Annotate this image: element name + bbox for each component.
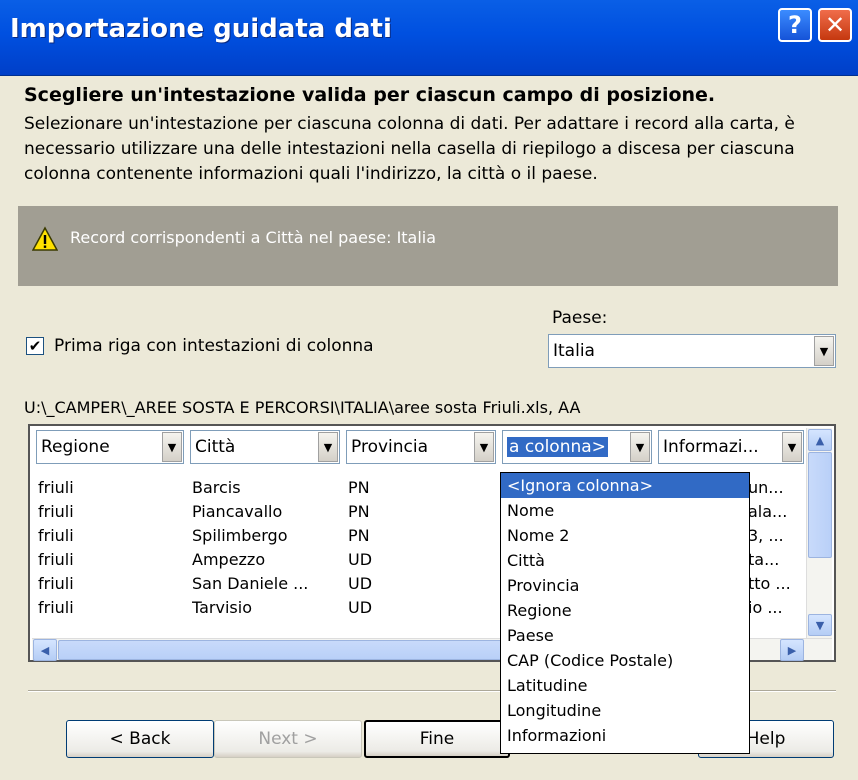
dropdown-option[interactable]: Informazioni xyxy=(501,723,749,748)
column-header-value: a colonna> xyxy=(507,437,608,457)
file-path: U:\_CAMPER\_AREE SOSTA E PERCORSI\ITALIA… xyxy=(24,398,581,417)
dropdown-option[interactable]: Nome 2 xyxy=(501,523,749,548)
chevron-down-icon[interactable]: ▼ xyxy=(474,432,494,462)
scroll-right-icon[interactable]: ▶ xyxy=(780,639,804,661)
table-cell: friuli xyxy=(38,574,74,593)
next-button[interactable]: Next > xyxy=(214,720,362,758)
table-cell: ta... xyxy=(748,550,780,569)
close-button[interactable]: ✕ xyxy=(818,8,852,42)
table-cell: friuli xyxy=(38,598,74,616)
chevron-down-icon[interactable]: ▼ xyxy=(630,432,650,462)
table-cell: UD xyxy=(348,550,373,569)
warning-text: Record corrispondenti a Città nel paese:… xyxy=(70,228,437,247)
table-cell: ala... xyxy=(748,502,788,521)
dropdown-option[interactable]: <Ignora colonna> xyxy=(501,473,749,498)
scroll-up-icon[interactable]: ▲ xyxy=(808,429,832,451)
window-title: Importazione guidata dati xyxy=(10,14,392,44)
chevron-down-icon[interactable]: ▼ xyxy=(814,336,834,366)
step-description: Selezionare un'intestazione per ciascuna… xyxy=(24,114,795,184)
column-header-select[interactable]: Provincia ▼ xyxy=(346,430,496,464)
dropdown-option[interactable]: Regione xyxy=(501,598,749,623)
table-cell: Ampezzo xyxy=(192,550,266,569)
table-cell: PN xyxy=(348,502,370,521)
warning-panel: Record corrispondenti a Città nel paese:… xyxy=(18,206,838,286)
table-cell: friuli xyxy=(38,502,74,521)
table-cell: UD xyxy=(348,598,373,616)
step-heading: Scegliere un'intestazione valida per cia… xyxy=(24,84,716,106)
vertical-scroll-thumb[interactable] xyxy=(808,452,832,558)
country-select[interactable]: Italia ▼ xyxy=(548,334,836,368)
table-cell: UD xyxy=(348,574,373,593)
chevron-down-icon[interactable]: ▼ xyxy=(318,432,338,462)
table-cell: San Daniele ... xyxy=(192,574,309,593)
column-header-select[interactable]: Regione ▼ xyxy=(36,430,184,464)
table-cell: 3, ... xyxy=(748,526,784,545)
column-type-dropdown-list[interactable]: <Ignora colonna> Nome Nome 2 Città Provi… xyxy=(500,472,750,754)
column-header-value: Regione xyxy=(41,437,110,457)
table-cell: io ... xyxy=(748,598,783,616)
column-header-select[interactable]: Informazi... ▼ xyxy=(658,430,804,464)
column-header-select-active[interactable]: a colonna> ▼ xyxy=(502,430,652,464)
table-cell: Piancavallo xyxy=(192,502,283,521)
table-cell: Barcis xyxy=(192,478,241,497)
dropdown-option[interactable]: Provincia xyxy=(501,573,749,598)
dropdown-option[interactable]: Nome xyxy=(501,498,749,523)
title-bar: Importazione guidata dati ? ✕ xyxy=(0,0,858,76)
dropdown-option[interactable]: Longitudine xyxy=(501,698,749,723)
chevron-down-icon[interactable]: ▼ xyxy=(162,432,182,462)
dropdown-option[interactable]: Latitudine xyxy=(501,673,749,698)
dropdown-option[interactable]: CAP (Codice Postale) xyxy=(501,648,749,673)
help-title-button[interactable]: ? xyxy=(778,8,812,42)
finish-button[interactable]: Fine xyxy=(364,720,510,758)
table-cell: Tarvisio xyxy=(192,598,252,616)
table-cell: friuli xyxy=(38,550,74,569)
table-cell: Spilimbergo xyxy=(192,526,288,545)
warning-icon xyxy=(32,226,58,251)
column-header-value: Informazi... xyxy=(663,437,759,457)
dropdown-option[interactable]: Paese xyxy=(501,623,749,648)
back-button[interactable]: < Back xyxy=(66,720,214,758)
horizontal-scroll-thumb[interactable] xyxy=(58,640,568,660)
column-header-select[interactable]: Città ▼ xyxy=(190,430,340,464)
column-header-value: Provincia xyxy=(351,437,429,457)
table-cell: friuli xyxy=(38,478,74,497)
country-select-value: Italia xyxy=(553,341,595,361)
table-cell: tto ... xyxy=(748,574,791,593)
table-cell: PN xyxy=(348,526,370,545)
scroll-left-icon[interactable]: ◀ xyxy=(33,639,57,661)
vertical-scrollbar[interactable]: ▲ ▼ xyxy=(806,428,832,638)
first-row-headers-checkbox[interactable]: ✔ xyxy=(26,337,44,355)
table-cell: PN xyxy=(348,478,370,497)
table-cell: un... xyxy=(748,478,784,497)
table-cell: friuli xyxy=(38,526,74,545)
chevron-down-icon[interactable]: ▼ xyxy=(782,432,802,462)
dropdown-option[interactable]: Città xyxy=(501,548,749,573)
country-label: Paese: xyxy=(552,308,608,328)
column-header-value: Città xyxy=(195,437,236,457)
first-row-headers-label: Prima riga con intestazioni di colonna xyxy=(54,336,374,356)
scroll-down-icon[interactable]: ▼ xyxy=(808,614,832,636)
first-row-headers-option[interactable]: ✔ Prima riga con intestazioni di colonna xyxy=(26,336,374,356)
